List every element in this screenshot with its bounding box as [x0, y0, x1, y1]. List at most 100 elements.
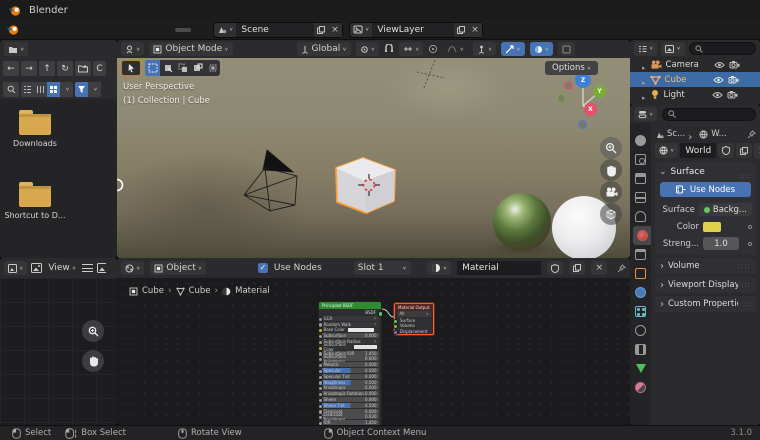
node-row[interactable]: GGX [317, 315, 379, 322]
collapsed-panel-header[interactable]: Volume [655, 258, 756, 274]
create-directory-icon[interactable] [75, 61, 91, 76]
workspace-tab[interactable] [111, 28, 127, 32]
select-tweak-icon[interactable] [160, 60, 175, 76]
outliner-row-camera[interactable]: Camera [630, 57, 760, 72]
editor-type-icon[interactable] [121, 261, 145, 275]
node-row[interactable]: Specular Tint 0.000 [317, 373, 379, 380]
back-icon[interactable]: ← [3, 61, 19, 76]
property-tab[interactable] [630, 302, 651, 321]
outliner-row-light[interactable]: Light [630, 87, 760, 102]
material-output-node[interactable]: Material Output All SurfaceVolumeDisplac… [393, 303, 434, 335]
zoom-icon[interactable] [600, 137, 622, 159]
gizmo-y-axis[interactable]: Y [593, 85, 606, 98]
node-row[interactable]: Specular 0.500 [317, 367, 379, 374]
breadcrumb-scene[interactable]: Sc... [667, 129, 685, 139]
image-canvas[interactable] [0, 278, 117, 425]
node-row[interactable]: Anisotropic 0.000 [317, 385, 379, 392]
node-row[interactable]: Sheen 0.000 [317, 396, 379, 403]
snap-target-dropdown[interactable] [399, 42, 424, 56]
property-tab[interactable] [630, 150, 651, 169]
parent-dir-icon[interactable]: ↑ [39, 61, 55, 76]
node-row[interactable]: Anisotropic Rotation 0.000 [317, 391, 379, 398]
breadcrumb-object[interactable]: Cube [142, 286, 164, 296]
unlink-material-icon[interactable] [591, 261, 607, 275]
collapsed-panel-header[interactable]: Custom Properties [655, 296, 756, 312]
disable-render-camera-icon[interactable] [728, 75, 739, 84]
filter-dropdown[interactable] [661, 41, 685, 56]
zoom-icon[interactable] [82, 320, 104, 342]
select-box-icon[interactable] [145, 60, 160, 76]
forward-icon[interactable]: → [21, 61, 37, 76]
copy-world-icon[interactable] [736, 143, 753, 158]
gizmo-neg-x-axis[interactable] [564, 81, 573, 90]
viewport-canvas[interactable]: User Perspective (1) Collection | Cube Z… [117, 58, 630, 258]
editor-type-icon[interactable] [634, 107, 658, 121]
property-tab[interactable] [630, 245, 651, 264]
animate-dot-icon[interactable] [748, 224, 752, 229]
node-row[interactable]: Sheen Tint 0.500 [317, 402, 379, 409]
node-row[interactable]: Subsurface Anisotropy 0.000 [317, 354, 379, 364]
falloff-dropdown[interactable] [443, 42, 467, 56]
display-mode-toggle[interactable] [21, 81, 73, 97]
property-tab[interactable] [630, 283, 651, 302]
filter-settings-dropdown[interactable] [88, 82, 101, 97]
property-tab[interactable] [630, 169, 651, 188]
path-field[interactable]: C [93, 61, 106, 76]
material-name-field[interactable]: Material [457, 261, 542, 275]
image-icon-clipped[interactable] [97, 263, 107, 273]
viewport-shading-material-icon[interactable] [529, 42, 554, 56]
use-nodes-button[interactable]: Use Nodes [660, 182, 751, 197]
object-name[interactable]: Cube [665, 75, 709, 85]
new-view-layer-copy-icon[interactable] [454, 22, 468, 37]
editor-type-icon[interactable] [4, 42, 29, 56]
unlink-world-icon[interactable] [754, 143, 760, 158]
gizmo-x-axis[interactable]: X [584, 103, 597, 116]
view-menu[interactable]: View [46, 263, 78, 273]
animate-dot-icon[interactable] [748, 241, 752, 246]
file-item[interactable]: Shortcut to D... [0, 182, 70, 220]
properties-search-input[interactable] [662, 107, 756, 121]
active-tool-cursor-icon[interactable] [121, 60, 141, 76]
object-name[interactable]: Camera [666, 60, 710, 70]
disable-render-camera-icon[interactable] [727, 90, 738, 99]
node-row[interactable]: Subsurface 0.000 [317, 333, 379, 340]
node-title[interactable]: Principled BSDF [319, 302, 381, 309]
scene-selector[interactable]: Scene [213, 21, 343, 38]
panel-grip-icon[interactable] [738, 261, 751, 271]
node-row[interactable]: Roughness 0.500 [317, 379, 379, 386]
navigation-gizmo[interactable]: Z Y X [555, 72, 615, 134]
pin-icon[interactable] [617, 263, 626, 273]
editor-type-icon[interactable] [121, 42, 145, 56]
camera-view-icon[interactable] [600, 181, 622, 203]
object-name[interactable]: Light [664, 90, 708, 100]
panel-grip-icon[interactable] [738, 299, 751, 309]
transform-orientation-dropdown[interactable]: Global [296, 42, 351, 56]
node-canvas[interactable]: Cube Cube Material Principled BSDF BSDF … [117, 278, 630, 425]
reflective-sphere-object[interactable] [493, 193, 551, 251]
panel-grip-icon[interactable] [739, 163, 752, 182]
property-tab[interactable] [630, 207, 651, 226]
editor-type-icon[interactable] [4, 261, 28, 275]
options-button[interactable]: Options [545, 61, 599, 75]
select-lasso-icon[interactable] [190, 60, 205, 76]
node-row[interactable]: Metallic 0.000 [317, 362, 379, 369]
property-tab[interactable] [630, 264, 651, 283]
color-swatch[interactable] [347, 328, 374, 332]
scene-icon[interactable] [214, 22, 237, 37]
viewport-shading-rendered-icon[interactable] [558, 42, 576, 56]
hide-eye-icon[interactable] [713, 61, 725, 69]
show-overlays-toggle[interactable] [501, 42, 525, 56]
color-swatch[interactable] [703, 221, 721, 232]
node-row[interactable]: Base Color [317, 327, 379, 334]
hide-eye-icon[interactable] [712, 76, 724, 84]
workspace-tab[interactable] [127, 28, 143, 32]
use-nodes-checkbox[interactable]: ✓ [258, 263, 268, 273]
vertical-list-icon[interactable] [21, 82, 34, 97]
pan-hand-icon[interactable] [82, 350, 104, 372]
property-tab[interactable] [630, 340, 651, 359]
horizontal-list-icon[interactable] [34, 82, 47, 97]
output-target-dropdown[interactable]: All [397, 311, 431, 317]
disable-render-camera-icon[interactable] [729, 60, 740, 69]
breadcrumb-mesh[interactable]: Cube [189, 286, 211, 296]
filter-icon[interactable] [75, 81, 88, 97]
